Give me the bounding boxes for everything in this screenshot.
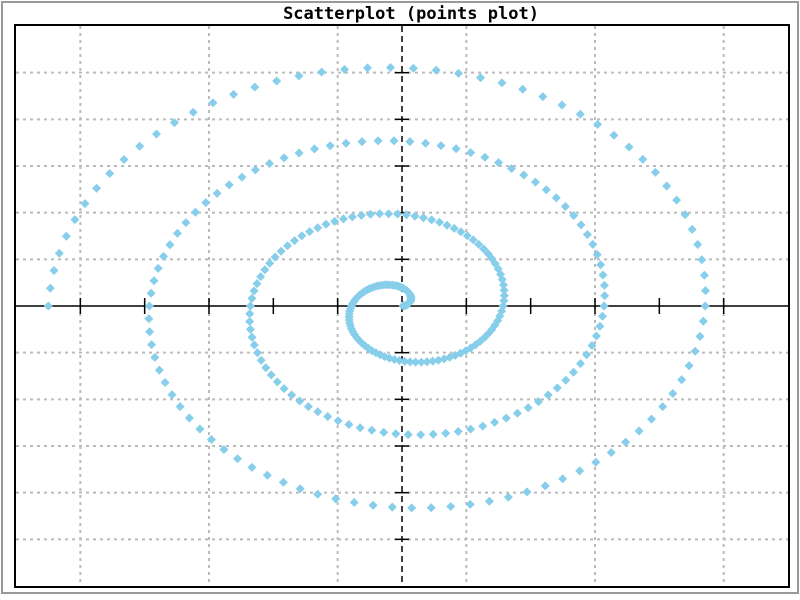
plot-area bbox=[14, 24, 790, 588]
app-window: { "chart_data": { "type": "scatter", "ti… bbox=[0, 0, 800, 600]
chart-title: Scatterplot (points plot) bbox=[14, 4, 786, 24]
plot-canvas bbox=[16, 26, 788, 586]
spiral-points bbox=[44, 63, 710, 512]
